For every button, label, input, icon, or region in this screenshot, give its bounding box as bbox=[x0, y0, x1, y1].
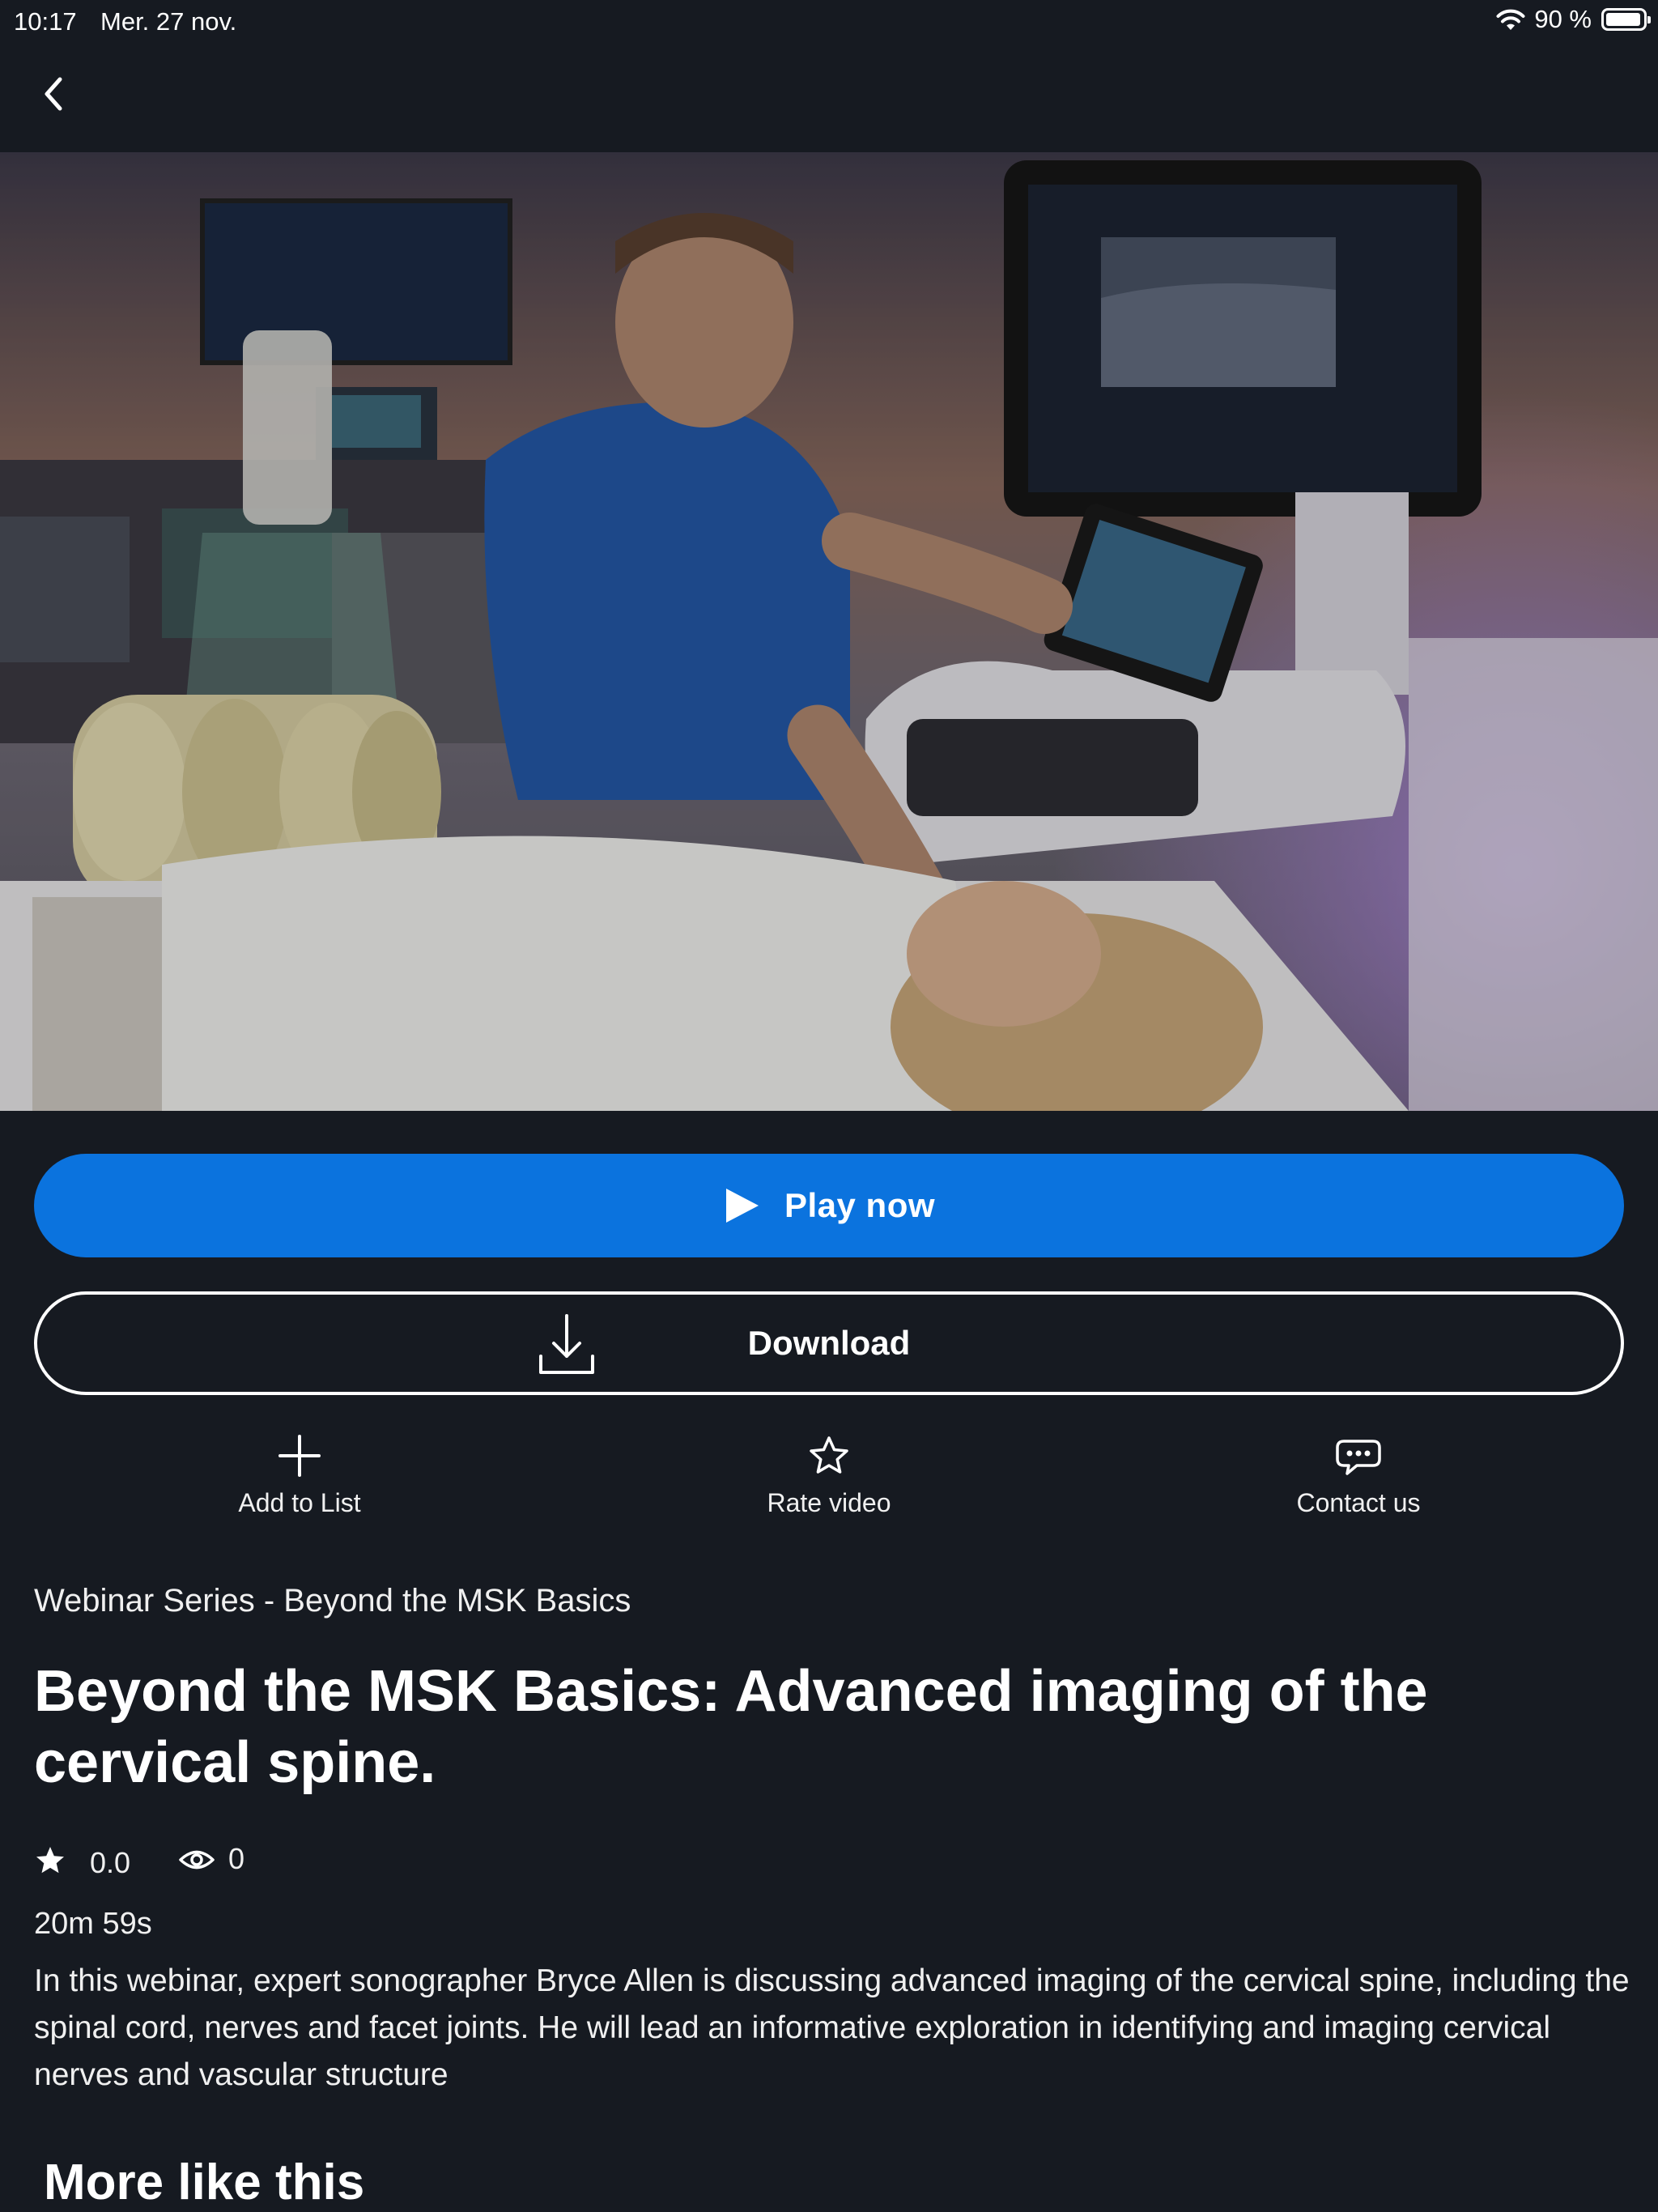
thumbnail-illustration bbox=[0, 152, 1658, 1111]
battery-percentage: 90 % bbox=[1534, 5, 1592, 33]
views-count: 0 bbox=[228, 1842, 245, 1875]
video-thumbnail[interactable] bbox=[0, 152, 1658, 1111]
status-time: 10:17 bbox=[14, 7, 77, 36]
video-description: In this webinar, expert sonographer Bryc… bbox=[34, 1963, 1630, 2092]
contact-us-button[interactable]: Contact us bbox=[1197, 1431, 1520, 1518]
back-button[interactable] bbox=[36, 70, 74, 118]
star-outline-icon bbox=[810, 1436, 848, 1474]
chevron-left-icon bbox=[45, 77, 62, 111]
star-filled-icon bbox=[36, 1847, 64, 1874]
download-label: Download bbox=[747, 1324, 911, 1362]
video-title: Beyond the MSK Basics: Advanced imaging … bbox=[34, 1659, 1428, 1795]
battery-icon bbox=[1601, 8, 1651, 31]
play-now-label: Play now bbox=[784, 1186, 936, 1224]
rate-video-label: Rate video bbox=[767, 1488, 891, 1517]
add-to-list-label: Add to List bbox=[238, 1488, 361, 1517]
video-detail-page: 10:17 Mer. 27 nov. 90 % Play now Downloa… bbox=[0, 0, 1658, 2212]
video-duration: 20m 59s bbox=[34, 1907, 152, 1941]
more-like-this-heading: More like this bbox=[44, 2155, 365, 2210]
plus-icon bbox=[278, 1435, 321, 1477]
status-bar: 10:17 Mer. 27 nov. 90 % bbox=[0, 0, 1658, 42]
rating-value: 0.0 bbox=[90, 1846, 131, 1879]
series-name: Webinar Series - Beyond the MSK Basics bbox=[34, 1583, 631, 1619]
status-right: 90 % bbox=[1495, 5, 1651, 34]
rate-video-button[interactable]: Rate video bbox=[667, 1431, 991, 1518]
add-to-list-button[interactable]: Add to List bbox=[138, 1431, 461, 1518]
download-button[interactable]: Download bbox=[34, 1291, 1624, 1395]
status-date: Mer. 27 nov. bbox=[100, 7, 237, 36]
chat-bubble-icon bbox=[1336, 1440, 1381, 1475]
contact-us-label: Contact us bbox=[1296, 1488, 1421, 1517]
eye-icon bbox=[179, 1850, 215, 1870]
wifi-icon bbox=[1496, 9, 1525, 30]
play-icon bbox=[725, 1189, 759, 1223]
play-now-button[interactable]: Play now bbox=[34, 1154, 1624, 1257]
